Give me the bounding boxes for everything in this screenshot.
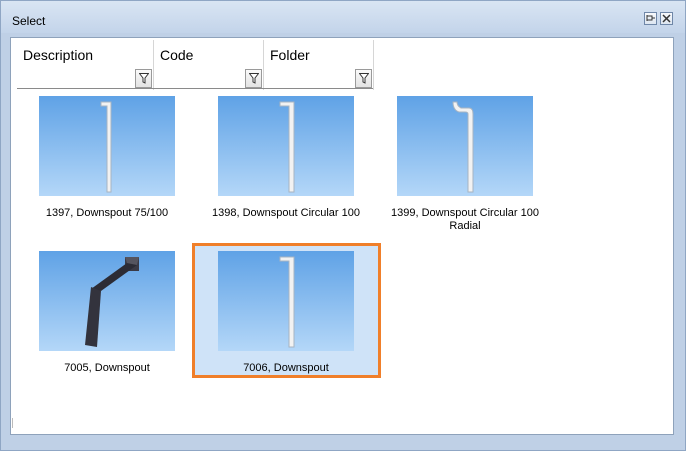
selection-border bbox=[192, 243, 381, 378]
close-icon[interactable] bbox=[660, 12, 673, 25]
dark-square-downspout-icon bbox=[85, 257, 139, 347]
title-bar[interactable]: Select bbox=[1, 1, 685, 33]
item-caption: 1399, Downspout Circular 100 Radial bbox=[373, 207, 557, 233]
filter-icon[interactable] bbox=[355, 69, 372, 88]
item-caption-line: Radial bbox=[449, 220, 481, 232]
thumbnail bbox=[39, 96, 175, 196]
column-label: Code bbox=[160, 47, 194, 63]
white-pipe-downspout-icon bbox=[279, 101, 295, 193]
select-window: Select Description Code Folder 1397, Dow… bbox=[0, 0, 686, 451]
thumbnail bbox=[218, 96, 354, 196]
column-header-folder[interactable]: Folder bbox=[264, 40, 374, 90]
column-label: Folder bbox=[270, 47, 310, 63]
resize-grip[interactable] bbox=[12, 418, 13, 428]
item-caption-line: 1399, Downspout Circular 100 bbox=[391, 207, 539, 219]
column-header-description[interactable]: Description bbox=[17, 40, 154, 90]
filter-icon[interactable] bbox=[245, 69, 262, 88]
item-caption: 1398, Downspout Circular 100 bbox=[212, 207, 360, 219]
white-pipe-downspout-icon bbox=[452, 101, 474, 193]
thumbnail bbox=[397, 96, 533, 196]
window-title: Select bbox=[12, 14, 46, 28]
item-panel: Description Code Folder 1397, Downspout … bbox=[10, 37, 674, 435]
white-pipe-downspout-icon bbox=[100, 101, 112, 193]
column-label: Description bbox=[23, 47, 94, 63]
column-header-code[interactable]: Code bbox=[154, 40, 264, 90]
header-divider bbox=[17, 88, 373, 89]
filter-icon[interactable] bbox=[135, 69, 152, 88]
thumbnail bbox=[39, 251, 175, 351]
item-caption: 1397, Downspout 75/100 bbox=[45, 207, 169, 219]
item-caption: 7005, Downspout bbox=[64, 362, 150, 374]
pin-icon[interactable] bbox=[644, 12, 657, 25]
